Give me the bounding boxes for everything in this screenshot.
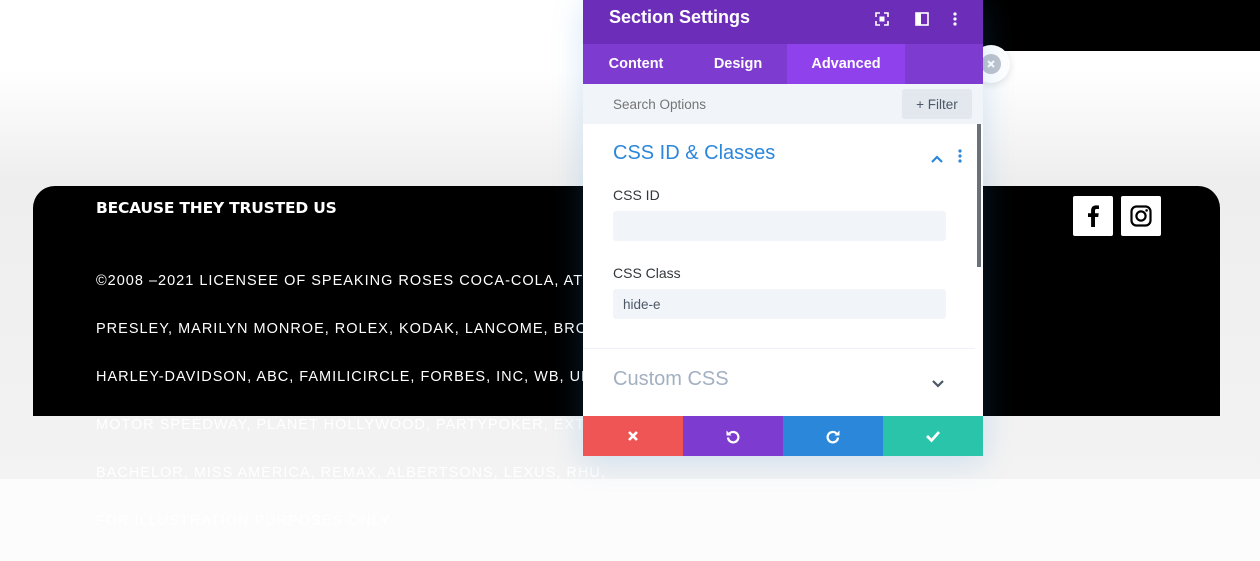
- chevron-up-icon[interactable]: [930, 151, 944, 163]
- close-icon: [981, 54, 1001, 74]
- group-title-custom-css[interactable]: Custom CSS: [613, 368, 729, 391]
- tab-content[interactable]: Content: [583, 44, 689, 84]
- footer-line: Presley, Marilyn Monroe, Rolex, Kodak, L…: [96, 321, 603, 337]
- scrollbar[interactable]: [975, 124, 983, 416]
- modal-actions: [583, 416, 983, 456]
- modal-tabs: Content Design Advanced: [583, 44, 983, 84]
- footer-line: Harley-Davidson, ABC, FamiliCircle, Forb…: [96, 369, 598, 385]
- save-button[interactable]: [883, 416, 983, 456]
- tab-advanced[interactable]: Advanced: [787, 44, 905, 84]
- redo-button[interactable]: [783, 416, 883, 456]
- chevron-down-icon[interactable]: [931, 376, 945, 388]
- more-options-icon[interactable]: [945, 9, 965, 29]
- redo-icon: [826, 430, 840, 444]
- scrollbar-thumb[interactable]: [977, 124, 981, 267]
- filter-label: + Filter: [916, 96, 958, 112]
- search-input[interactable]: [597, 93, 909, 115]
- modal-body: CSS ID & Classes CSS ID CSS Class Custom…: [583, 124, 983, 416]
- checkmark-icon: [926, 431, 941, 443]
- css-id-field[interactable]: [613, 211, 946, 241]
- modal-header: Section Settings: [583, 0, 983, 44]
- footer-line: ©2008 –2021 Licensee of Speaking Roses C…: [96, 273, 604, 289]
- css-class-field[interactable]: [613, 289, 946, 319]
- search-bar: + Filter: [583, 84, 983, 124]
- facebook-link[interactable]: [1073, 196, 1113, 236]
- group-options-icon[interactable]: [958, 149, 962, 163]
- instagram-icon: [1130, 205, 1152, 227]
- footer-line: Motor Speedway, Planet Hollywood, PartyP…: [96, 417, 597, 433]
- css-class-label: CSS Class: [613, 265, 681, 281]
- filter-button[interactable]: + Filter: [902, 89, 972, 119]
- tab-design[interactable]: Design: [689, 44, 787, 84]
- undo-button[interactable]: [683, 416, 783, 456]
- footer-line: for illustration purposes only: [96, 513, 391, 529]
- footer-legal-text: ©2008 –2021 Licensee of Speaking Roses C…: [96, 241, 616, 561]
- expand-icon[interactable]: [872, 9, 892, 29]
- facebook-icon: [1088, 205, 1099, 227]
- footer-heading: BECAUSE THEY TRUSTED US: [96, 199, 337, 217]
- close-icon: [628, 431, 638, 441]
- group-divider: [583, 348, 975, 349]
- css-id-label: CSS ID: [613, 187, 660, 203]
- split-view-icon[interactable]: [912, 9, 932, 29]
- group-title-css-id-classes[interactable]: CSS ID & Classes: [613, 142, 775, 165]
- modal-title: Section Settings: [609, 7, 751, 27]
- undo-icon: [726, 430, 740, 444]
- discard-button[interactable]: [583, 416, 683, 456]
- section-settings-modal: Section Settings Content Design Advanced…: [583, 0, 983, 456]
- black-banner: [980, 0, 1260, 51]
- instagram-link[interactable]: [1121, 196, 1161, 236]
